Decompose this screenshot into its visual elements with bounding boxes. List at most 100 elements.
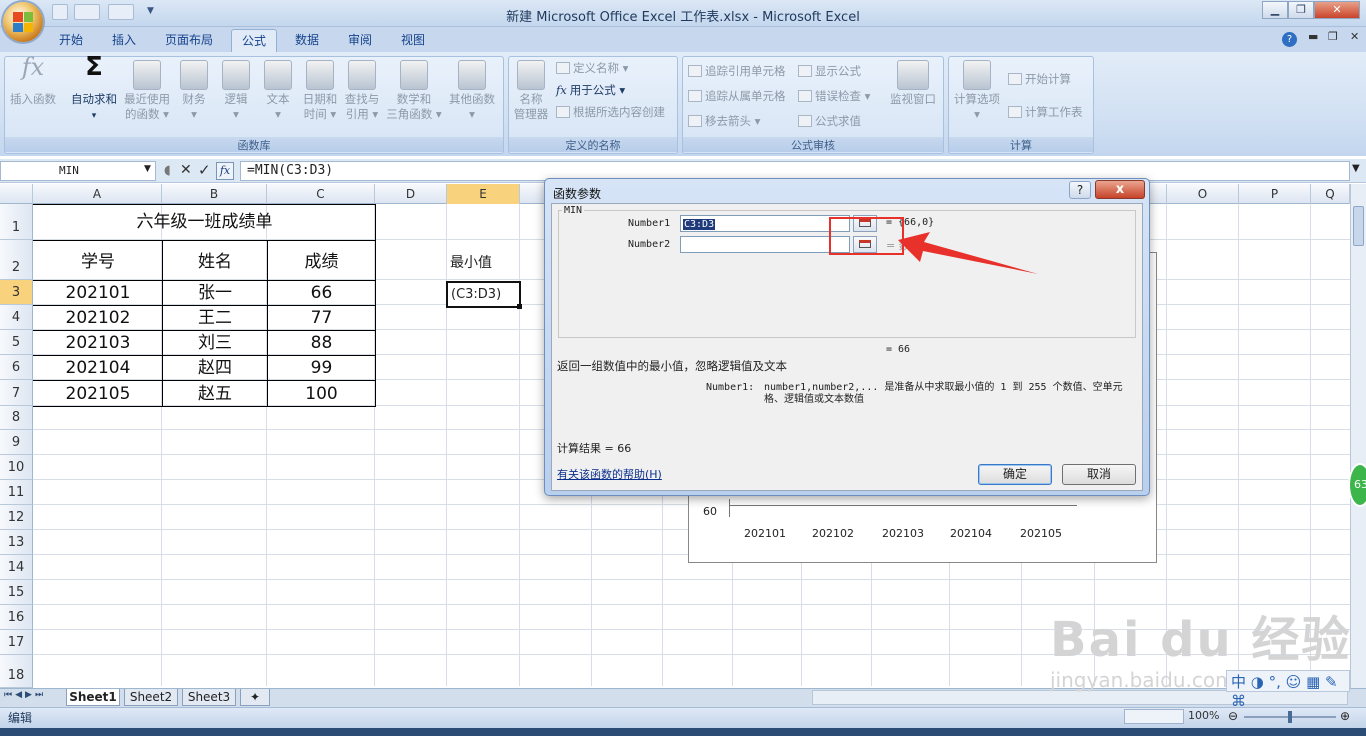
- table-cell[interactable]: 202104: [34, 356, 162, 380]
- zoom-out-icon[interactable]: ⊖: [1228, 709, 1238, 723]
- ribbon-close-icon[interactable]: ✕: [1350, 30, 1359, 43]
- minimize-button[interactable]: ▁: [1262, 1, 1288, 19]
- tab-data[interactable]: 数据: [286, 29, 328, 52]
- ribbon-minimize-icon[interactable]: ▬: [1308, 30, 1318, 43]
- logic-button[interactable]: 逻辑 ▾: [218, 60, 254, 122]
- number2-input[interactable]: [680, 236, 850, 253]
- column-header-b[interactable]: B: [162, 184, 267, 204]
- active-cell-e3[interactable]: (C3:D3): [446, 281, 521, 308]
- name-box[interactable]: MIN: [0, 161, 156, 181]
- number1-input[interactable]: C3:D3: [680, 215, 850, 232]
- row-header-14[interactable]: 14: [0, 555, 33, 580]
- zoom-slider-thumb[interactable]: [1288, 711, 1292, 723]
- math-trig-button[interactable]: 数学和 三角函数 ▾: [386, 60, 442, 122]
- sheet-tab-3[interactable]: Sheet3: [182, 689, 236, 706]
- row-header-7[interactable]: 7: [0, 380, 33, 406]
- table-cell[interactable]: 77: [268, 306, 375, 330]
- row-header-18[interactable]: 18: [0, 655, 33, 688]
- cancel-button[interactable]: 取消: [1062, 464, 1136, 485]
- table-cell[interactable]: 202102: [34, 306, 162, 330]
- trace-precedents-button[interactable]: 追踪引用单元格: [688, 62, 786, 80]
- office-button[interactable]: [3, 2, 43, 42]
- column-header-p[interactable]: P: [1239, 184, 1311, 204]
- table-cell[interactable]: 王二: [163, 306, 267, 330]
- row-header-12[interactable]: 12: [0, 505, 33, 530]
- table-cell[interactable]: 88: [268, 331, 375, 355]
- table-cell[interactable]: 202103: [34, 331, 162, 355]
- row-header-1[interactable]: 1: [0, 204, 33, 240]
- row-header-9[interactable]: 9: [0, 430, 33, 455]
- calc-sheet-button[interactable]: 计算工作表: [1008, 103, 1083, 121]
- tab-page-layout[interactable]: 页面布局: [156, 29, 222, 52]
- text-button[interactable]: 文本 ▾: [260, 60, 296, 122]
- floating-badge[interactable]: 63: [1348, 463, 1366, 507]
- dialog-help-button[interactable]: ?: [1069, 181, 1091, 199]
- ok-button[interactable]: 确定: [978, 464, 1052, 485]
- define-name-button[interactable]: 定义名称 ▾: [556, 59, 628, 77]
- row-header-10[interactable]: 10: [0, 455, 33, 480]
- lookup-button[interactable]: 查找与 引用 ▾: [342, 60, 382, 122]
- row-header-15[interactable]: 15: [0, 580, 33, 605]
- column-header-d[interactable]: D: [375, 184, 447, 204]
- insert-function-button[interactable]: fx 插入函数: [6, 55, 60, 107]
- zoom-in-icon[interactable]: ⊕: [1340, 709, 1350, 723]
- error-checking-button[interactable]: 错误检查 ▾: [798, 87, 870, 105]
- column-header-a[interactable]: A: [33, 184, 162, 204]
- insert-sheet-icon[interactable]: ✦: [240, 689, 270, 706]
- column-header-q[interactable]: Q: [1311, 184, 1350, 204]
- insert-function-icon[interactable]: fx: [216, 162, 234, 180]
- row-header-6[interactable]: 6: [0, 355, 33, 380]
- header-cell-name[interactable]: 姓名: [163, 242, 267, 278]
- table-cell[interactable]: 100: [268, 381, 375, 406]
- sheet-title-cell[interactable]: 六年级一班成绩单: [34, 205, 375, 239]
- calc-now-button[interactable]: 开始计算: [1008, 70, 1071, 88]
- cancel-entry-icon[interactable]: ◖: [164, 163, 171, 178]
- ime-toolbar[interactable]: 中 ◑ °, ☺ ▦ ✎ ⌘: [1226, 670, 1350, 710]
- help-icon[interactable]: ?: [1282, 32, 1297, 47]
- zoom-level[interactable]: 100%: [1188, 709, 1219, 722]
- table-cell[interactable]: 202101: [34, 281, 162, 305]
- cancel-icon[interactable]: ✕: [180, 162, 192, 178]
- other-functions-button[interactable]: 其他函数 ▾: [444, 60, 500, 122]
- header-cell-score[interactable]: 成绩: [268, 242, 375, 278]
- min-label-cell[interactable]: 最小值: [450, 252, 492, 272]
- column-header-c[interactable]: C: [267, 184, 375, 204]
- row-header-8[interactable]: 8: [0, 406, 33, 430]
- table-cell[interactable]: 刘三: [163, 331, 267, 355]
- column-header-o[interactable]: O: [1167, 184, 1239, 204]
- row-header-11[interactable]: 11: [0, 480, 33, 505]
- tab-view[interactable]: 视图: [392, 29, 434, 52]
- row-header-5[interactable]: 5: [0, 330, 33, 355]
- watch-window-button[interactable]: 监视窗口: [886, 60, 940, 107]
- function-help-link[interactable]: 有关该函数的帮助(H): [557, 466, 662, 482]
- use-in-formula-button[interactable]: fx 用于公式 ▾: [556, 81, 625, 99]
- tab-formulas[interactable]: 公式: [231, 29, 277, 52]
- sheet-nav-icons[interactable]: ⏮◀▶⏭: [4, 690, 46, 700]
- row-header-4[interactable]: 4: [0, 305, 33, 330]
- row-header-17[interactable]: 17: [0, 630, 33, 655]
- calc-options-button[interactable]: 计算选项 ▾: [950, 60, 1004, 122]
- name-box-dropdown-icon[interactable]: ▼: [144, 164, 151, 174]
- create-from-selection-button[interactable]: 根据所选内容创建: [556, 103, 665, 121]
- fill-handle[interactable]: [517, 304, 522, 309]
- ribbon-restore-icon[interactable]: ❐: [1328, 30, 1338, 43]
- view-buttons[interactable]: [1124, 709, 1184, 724]
- row-header-13[interactable]: 13: [0, 530, 33, 555]
- scroll-thumb[interactable]: [1353, 206, 1364, 246]
- tab-home[interactable]: 开始: [50, 29, 92, 52]
- row-header-16[interactable]: 16: [0, 605, 33, 630]
- vertical-scrollbar[interactable]: [1350, 184, 1366, 688]
- remove-arrows-button[interactable]: 移去箭头 ▾: [688, 112, 760, 130]
- table-cell[interactable]: 赵五: [163, 381, 267, 406]
- sheet-tab-1[interactable]: Sheet1: [66, 689, 120, 706]
- table-cell[interactable]: 张一: [163, 281, 267, 305]
- datetime-button[interactable]: 日期和 时间 ▾: [300, 60, 340, 122]
- trace-dependents-button[interactable]: 追踪从属单元格: [688, 87, 786, 105]
- table-cell[interactable]: 赵四: [163, 356, 267, 380]
- horizontal-scrollbar[interactable]: [812, 690, 1348, 705]
- dialog-close-button[interactable]: x: [1095, 180, 1145, 199]
- autosum-button[interactable]: Σ 自动求和 ▾: [66, 54, 122, 124]
- column-header-e[interactable]: E: [447, 184, 520, 204]
- row-header-2[interactable]: 2: [0, 240, 33, 280]
- enter-icon[interactable]: ✓: [198, 161, 211, 179]
